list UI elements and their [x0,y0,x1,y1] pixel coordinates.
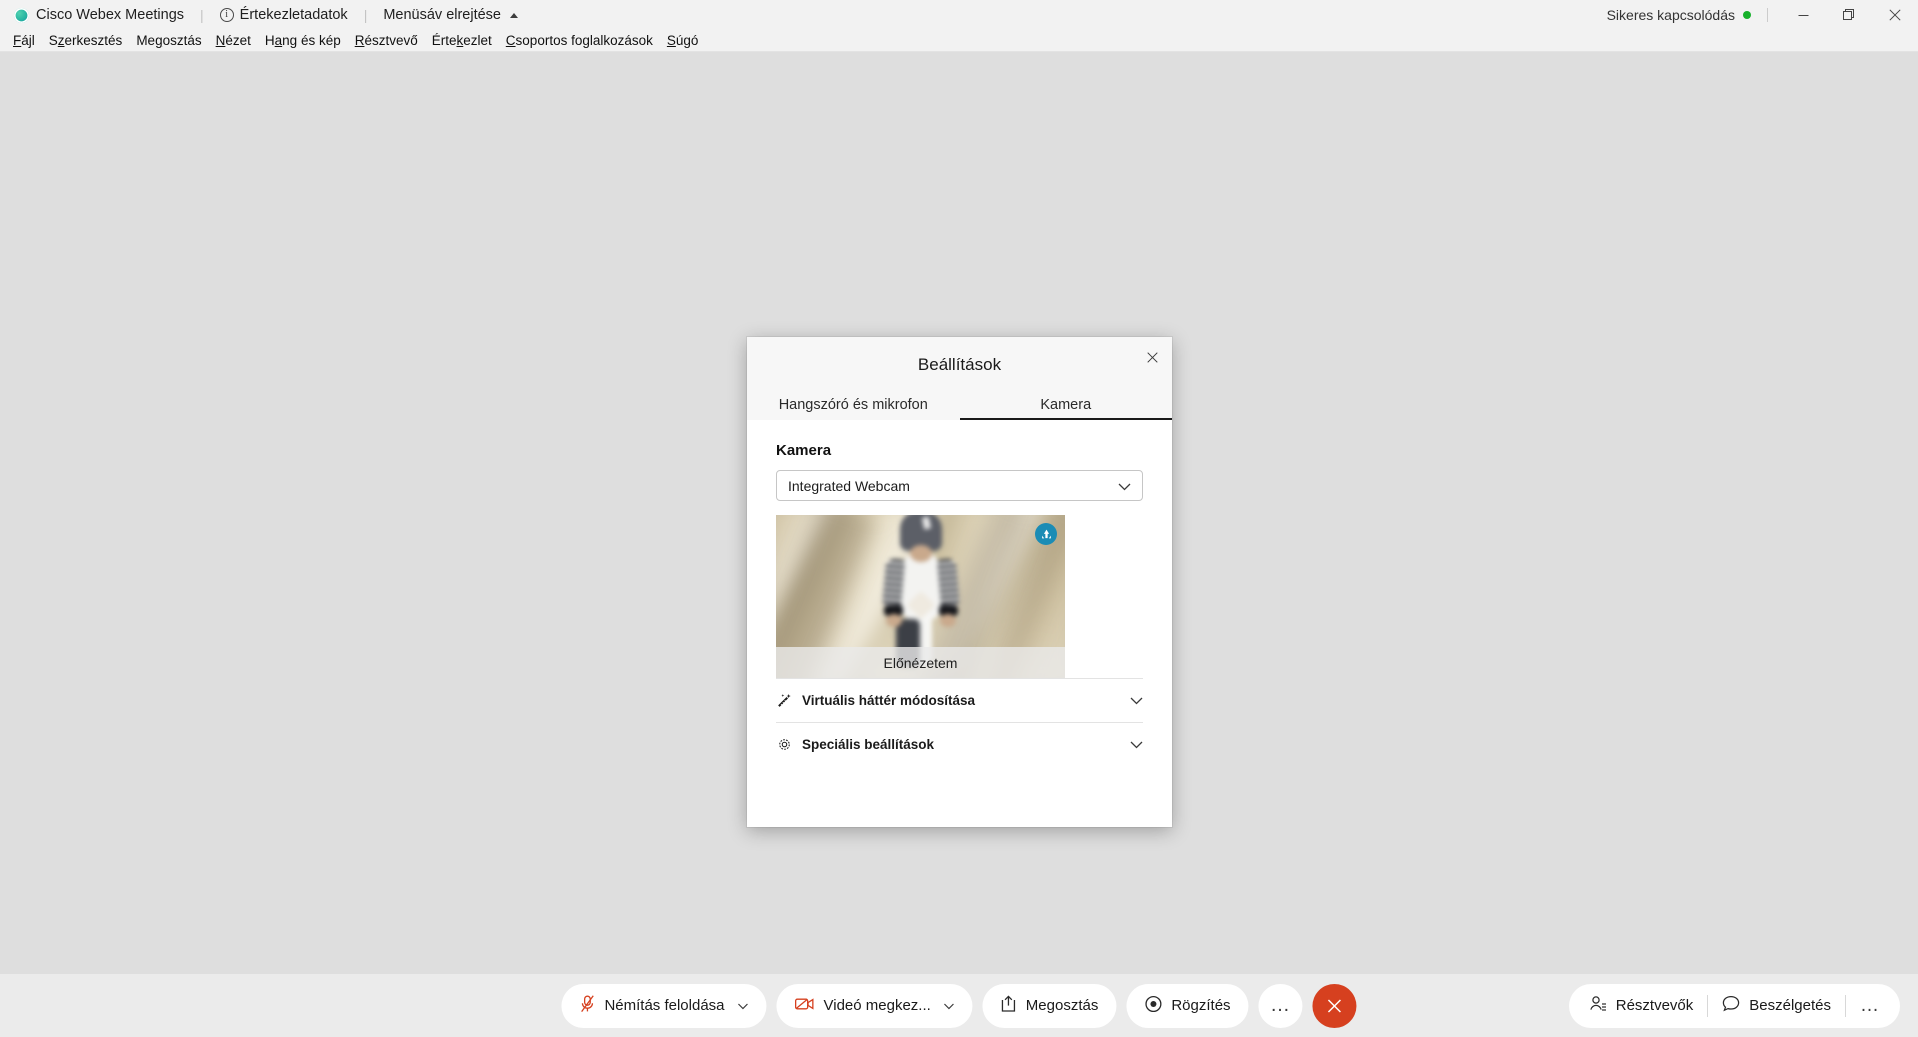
title-bar: Cisco Webex Meetings | i Értekezletadato… [0,0,1918,30]
tab-camera[interactable]: Kamera [959,392,1172,420]
video-off-icon [795,996,815,1016]
unmute-button[interactable]: Némítás feloldása [561,983,767,1028]
figure-nose [909,545,932,562]
camera-select[interactable]: Integrated Webcam [776,470,1143,501]
share-button[interactable]: Megosztás [982,983,1117,1028]
camera-preview: Előnézetem [776,515,1065,678]
more-horizontal-icon: … [1860,994,1880,1016]
menu-item-file[interactable]: FFájlájl [6,33,42,48]
leave-meeting-button[interactable] [1312,983,1357,1028]
camera-select-value: Integrated Webcam [788,477,910,494]
title-bar-left: Cisco Webex Meetings | i Értekezletadato… [8,7,524,23]
meeting-controls-right: Résztvevők Beszélgetés … [1568,983,1918,1028]
share-upload-icon [1001,994,1017,1017]
close-window-button[interactable] [1872,0,1918,30]
menu-item-help[interactable]: Súgó [660,33,706,48]
menu-bar: FFájlájl Szerkesztés Megosztás Nézet Han… [0,30,1918,52]
tab-speaker-microphone[interactable]: Hangszóró és mikrofon [747,392,960,420]
maximize-button[interactable] [1826,0,1872,30]
panel-buttons-group: Résztvevők Beszélgetés … [1568,983,1900,1028]
chat-bubble-icon [1722,995,1740,1016]
title-bar-right: Sikeres kapcsolódás [1607,0,1918,30]
microphone-muted-icon [579,994,595,1017]
connection-status: Sikeres kapcsolódás [1607,7,1755,23]
chevron-up-icon [510,12,518,18]
chevron-down-icon [1130,693,1143,708]
advanced-settings-label: Speciális beállítások [802,737,935,752]
meeting-stage: Beállítások Hangszóró és mikrofon Kamera [0,52,1918,974]
record-button[interactable]: Rögzítés [1126,983,1249,1028]
settings-dialog-title: Beállítások [917,354,1002,374]
settings-dialog: Beállítások Hangszóró és mikrofon Kamera [747,337,1172,827]
chevron-down-icon[interactable] [944,997,955,1014]
menu-item-breakout[interactable]: Csoportos foglalkozások [499,33,660,48]
figure-arm-left [881,558,905,610]
menu-item-meeting[interactable]: Értekezlet [425,33,499,48]
minimize-button[interactable] [1780,0,1826,30]
connection-status-label: Sikeres kapcsolódás [1606,7,1735,23]
meeting-info-button[interactable]: i Értekezletadatok [214,7,354,23]
info-circle-icon: i [219,8,234,22]
tab-camera-label: Kamera [1040,396,1092,413]
webex-logo-icon [14,7,29,23]
chat-button-label: Beszélgetés [1749,997,1831,1014]
menu-item-view[interactable]: Nézet [209,33,258,48]
menu-item-edit[interactable]: Szerkesztés [42,33,130,48]
settings-dialog-tabs: Hangszóró és mikrofon Kamera [747,392,1172,420]
figure-hand-right [939,614,956,627]
record-circle-icon [1144,995,1162,1017]
camera-section-heading: Kamera [776,442,832,459]
hide-menubar-label: Menüsáv elrejtése [383,7,501,23]
settings-dialog-header: Beállítások [747,337,1172,392]
virtual-background-label: Virtuális háttér módosítása [802,693,976,708]
close-icon [1146,351,1158,363]
title-bar-divider-3 [1767,8,1768,22]
chevron-down-icon [1130,737,1143,752]
app-title: Cisco Webex Meetings [36,7,185,23]
magic-wand-icon [776,693,792,709]
webex-avatar-icon[interactable] [1035,523,1057,545]
menu-item-share[interactable]: Megosztás [129,33,208,48]
settings-dialog-close-button[interactable] [1138,343,1166,371]
participants-button-label: Résztvevők [1615,997,1694,1014]
title-bar-divider-1: | [200,7,204,23]
meeting-controls-toolbar: Némítás feloldása Videó megkez... Megosz… [0,974,1918,1037]
connection-status-dot [1743,11,1751,19]
record-button-label: Rögzítés [1171,997,1231,1014]
share-button-label: Megosztás [1025,997,1099,1014]
more-horizontal-icon: … [1270,994,1292,1016]
chat-button[interactable]: Beszélgetés [1708,984,1845,1028]
settings-dialog-body: Kamera Integrated Webcam Előnézetem Virt… [747,420,1172,827]
advanced-settings-row[interactable]: Speciális beállítások [776,722,1143,766]
unmute-button-label: Némítás feloldása [604,997,725,1014]
menu-item-participant[interactable]: Résztvevő [348,33,425,48]
figure-hand-left [885,614,902,627]
start-video-button-label: Videó megkez... [823,997,931,1014]
app-brand: Cisco Webex Meetings [8,7,190,23]
figure-arm-right [936,558,960,610]
virtual-background-row[interactable]: Virtuális háttér módosítása [776,678,1143,722]
preview-caption: Előnézetem [776,647,1065,678]
participants-button[interactable]: Résztvevők [1575,984,1708,1028]
hide-menubar-button[interactable]: Menüsáv elrejtése [377,7,524,23]
title-bar-divider-2: | [363,7,368,23]
webex-meetings-window: Cisco Webex Meetings | i Értekezletadato… [0,0,1918,1037]
figure-hat-tag [921,516,931,530]
meeting-info-label: Értekezletadatok [239,7,348,23]
maximize-icon [1843,9,1854,20]
participants-icon [1589,995,1607,1016]
start-video-button[interactable]: Videó megkez... [776,983,973,1028]
close-icon [1328,998,1342,1013]
more-options-button[interactable]: … [1258,983,1303,1028]
gear-icon [776,737,792,753]
minimize-icon [1798,14,1808,16]
menu-item-audio-video[interactable]: Hang és kép [258,33,348,48]
panel-more-button[interactable]: … [1846,995,1894,1017]
meeting-controls-center: Némítás feloldása Videó megkez... Megosz… [561,983,1357,1028]
chevron-down-icon [1118,478,1131,494]
tab-speaker-microphone-label: Hangszóró és mikrofon [778,396,928,413]
close-icon [1889,9,1901,21]
chevron-down-icon[interactable] [738,997,749,1014]
